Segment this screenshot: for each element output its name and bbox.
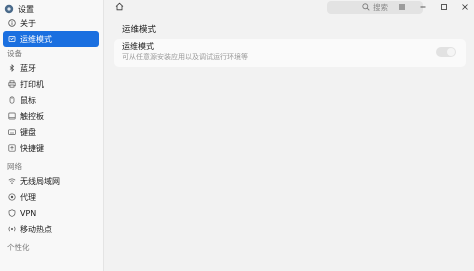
- settings-gear-icon: [4, 4, 14, 14]
- maintenance-mode-toggle[interactable]: [436, 47, 456, 57]
- sidebar-item-wifi[interactable]: 无线局域网: [0, 173, 103, 189]
- close-icon: [462, 4, 468, 10]
- sidebar-item-label: 运维模式: [20, 34, 52, 44]
- sidebar-item-proxy[interactable]: 代理: [0, 189, 103, 205]
- menu-button[interactable]: [397, 2, 407, 12]
- hotspot-icon: [8, 225, 16, 233]
- maximize-button[interactable]: [439, 2, 449, 12]
- sidebar-item-printer[interactable]: 打印机: [0, 76, 103, 92]
- home-button[interactable]: [114, 2, 125, 13]
- group-title-devices: 设备: [7, 49, 22, 58]
- sidebar-item-label: 快捷键: [20, 143, 44, 153]
- sidebar-item-label: 代理: [20, 192, 36, 202]
- window-controls: [397, 2, 470, 12]
- shortcut-icon: [8, 144, 16, 152]
- sidebar-item-bluetooth[interactable]: 蓝牙: [0, 60, 103, 76]
- group-title-network: 网络: [7, 162, 22, 171]
- bluetooth-icon: [8, 64, 16, 72]
- sidebar-item-label: 打印机: [20, 79, 44, 89]
- proxy-icon: [8, 193, 16, 201]
- touchpad-icon: [8, 112, 16, 120]
- sidebar-item-about[interactable]: 关于: [0, 15, 103, 31]
- sidebar-item-label: 蓝牙: [20, 63, 36, 73]
- menu-icon: [399, 4, 405, 10]
- search-placeholder: 搜索: [373, 3, 388, 12]
- sidebar-item-label: 无线局域网: [20, 176, 60, 186]
- printer-icon: [8, 80, 16, 88]
- app-title: 设置: [18, 4, 34, 14]
- sidebar-item-keyboard[interactable]: 键盘: [0, 124, 103, 140]
- sidebar-item-touchpad[interactable]: 触控板: [0, 108, 103, 124]
- sidebar-item-label: 触控板: [20, 111, 44, 121]
- mouse-icon: [8, 96, 16, 104]
- wifi-icon: [8, 177, 16, 185]
- info-icon: [8, 19, 16, 27]
- maintenance-icon: [8, 35, 16, 43]
- sidebar-item-label: 鼠标: [20, 95, 36, 105]
- maximize-icon: [441, 4, 447, 10]
- sidebar: 设置 关于 运维模式 设备 蓝牙 打印机 鼠标 触控板 键盘 快捷键 网络 无线…: [0, 0, 104, 271]
- app-header: 设置: [4, 3, 34, 15]
- home-icon: [115, 2, 124, 13]
- maintenance-mode-card: 运维模式 可从任意源安装应用以及调试运行环境等: [114, 39, 466, 67]
- option-description: 可从任意源安装应用以及调试运行环境等: [122, 53, 248, 61]
- sidebar-item-label: VPN: [20, 208, 37, 218]
- search-icon: [362, 2, 370, 13]
- sidebar-item-label: 移动热点: [20, 224, 52, 234]
- sidebar-item-hotspot[interactable]: 移动热点: [0, 221, 103, 237]
- topbar: 搜索: [104, 0, 474, 15]
- group-title-personalization: 个性化: [7, 243, 30, 252]
- sidebar-item-maintenance-mode[interactable]: 运维模式: [3, 31, 99, 47]
- sidebar-item-mouse[interactable]: 鼠标: [0, 92, 103, 108]
- sidebar-item-vpn[interactable]: VPN: [0, 205, 103, 221]
- main-content: 运维模式 运维模式 可从任意源安装应用以及调试运行环境等: [114, 22, 466, 67]
- section-title: 运维模式: [122, 25, 157, 35]
- sidebar-item-shortcuts[interactable]: 快捷键: [0, 140, 103, 156]
- close-button[interactable]: [460, 2, 470, 12]
- sidebar-nav: 关于 运维模式 设备 蓝牙 打印机 鼠标 触控板 键盘 快捷键 网络 无线局域网…: [0, 15, 103, 254]
- vpn-icon: [8, 209, 16, 217]
- sidebar-item-label: 键盘: [20, 127, 36, 137]
- minimize-button[interactable]: [418, 2, 428, 12]
- keyboard-icon: [8, 128, 16, 136]
- option-title: 运维模式: [122, 42, 154, 51]
- sidebar-item-label: 关于: [20, 18, 36, 28]
- minimize-icon: [420, 6, 426, 8]
